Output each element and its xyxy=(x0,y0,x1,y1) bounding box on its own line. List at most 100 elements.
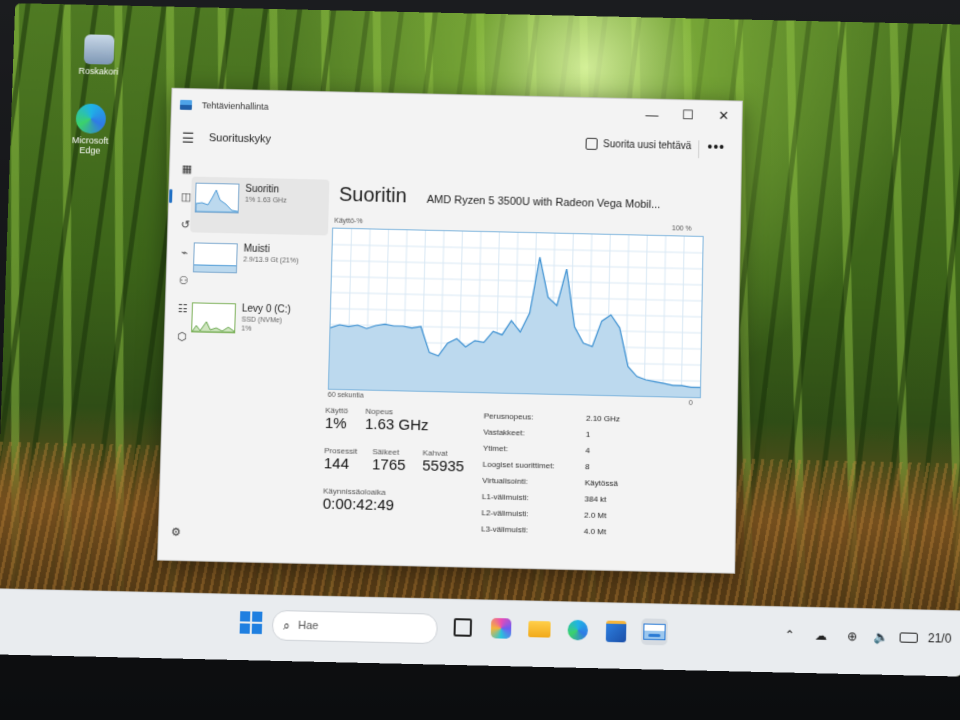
desktop-icon-recycle-bin[interactable]: Roskakori xyxy=(68,34,129,77)
network-icon[interactable]: ⊕ xyxy=(847,629,857,643)
stat-speed-value: 1.63 GHz xyxy=(365,416,429,435)
cpu-title: Suoritin xyxy=(339,184,407,208)
page-title: Suorituskyky xyxy=(209,132,271,145)
desktop-screen: Roskakori Microsoft Edge Tehtävienhallin… xyxy=(0,3,960,676)
cpu-thumbnail xyxy=(195,183,240,214)
spec-value: 2.10 GHz xyxy=(586,414,620,424)
stat-threads: Säikeet 1765 xyxy=(372,447,406,474)
recycle-bin-icon xyxy=(84,34,115,64)
file-explorer-icon xyxy=(528,621,551,638)
more-options-button[interactable]: ••• xyxy=(707,139,725,155)
stat-processes-value: 144 xyxy=(324,455,358,473)
cpu-usage-graph xyxy=(328,228,704,399)
resource-list: Suoritin 1% 1.63 GHz Muisti 2.9/13.9 Gt … xyxy=(186,177,329,360)
menu-icon[interactable]: ☰ xyxy=(171,129,205,147)
task-view-button[interactable] xyxy=(449,614,476,641)
graph-label-timespan: 60 sekuntia xyxy=(328,392,364,400)
desktop-icon-label: Roskakori xyxy=(68,66,128,77)
spec-key: L1-välimuisti: xyxy=(482,492,529,502)
task-manager-icon xyxy=(180,100,192,110)
desktop-icon-label: Microsoft Edge xyxy=(60,135,120,156)
edge-button[interactable] xyxy=(564,617,591,644)
spec-key: L3-välimuisti: xyxy=(481,524,528,534)
stat-handles: Kahvat 55935 xyxy=(422,448,465,475)
spec-value: 4 xyxy=(585,446,590,455)
settings-icon[interactable]: ⚙ xyxy=(159,517,194,546)
stat-usage-label: Käyttö xyxy=(325,406,348,416)
minimize-button[interactable]: — xyxy=(634,99,670,130)
spec-value: 4.0 Mt xyxy=(584,527,607,537)
spec-value: 1 xyxy=(586,430,591,439)
task-manager-button[interactable] xyxy=(641,618,668,645)
search-icon: ⌕ xyxy=(283,618,290,633)
chevron-up-icon[interactable]: ⌃ xyxy=(784,628,794,642)
stat-usage-value: 1% xyxy=(325,415,348,433)
resource-sub: 2.9/13.9 Gt (21%) xyxy=(243,257,298,265)
microsoft-store-button[interactable] xyxy=(603,617,630,644)
start-button[interactable] xyxy=(238,609,265,636)
task-manager-window: Tehtävienhallinta — ☐ ✕ ☰ Suorituskyky S… xyxy=(157,88,743,574)
stat-uptime: Käynnissäoloaika 0:00:42:49 xyxy=(323,486,395,514)
disk-thumbnail xyxy=(191,302,236,333)
graph-label-min: 0 xyxy=(689,400,693,407)
run-new-task-button[interactable]: Suorita uusi tehtävä xyxy=(585,138,691,152)
cloud-icon[interactable]: ☁ xyxy=(815,628,827,643)
window-title: Tehtävienhallinta xyxy=(202,100,269,111)
spec-key: Vastakkeet: xyxy=(483,427,525,437)
memory-thumbnail-fill xyxy=(194,264,236,272)
graph-label-usage: Käyttö-% xyxy=(334,218,363,226)
spec-value: 8 xyxy=(585,462,590,471)
spec-key: L2-välimuisti: xyxy=(481,508,528,518)
resource-item-disk[interactable]: Levy 0 (C:) SSD (NVMe) 1% xyxy=(187,296,327,355)
resource-sub: 1% 1.63 GHz xyxy=(245,197,287,205)
spec-value: Käytössä xyxy=(585,478,618,488)
desktop-icon-edge[interactable]: Microsoft Edge xyxy=(60,103,121,156)
memory-thumbnail xyxy=(193,242,238,273)
spec-key: Loogiset suorittimet: xyxy=(483,460,555,471)
stat-handles-value: 55935 xyxy=(422,457,464,475)
search-placeholder: Hae xyxy=(298,620,319,633)
task-manager-icon xyxy=(643,623,665,640)
stat-threads-value: 1765 xyxy=(372,456,406,474)
cpu-model: AMD Ryzen 5 3500U with Radeon Vega Mobil… xyxy=(427,194,661,211)
cpu-stats: Käyttö 1% Nopeus 1.63 GHz Prosessit 144 … xyxy=(319,402,724,563)
active-indicator xyxy=(648,634,660,637)
battery-icon[interactable] xyxy=(900,630,918,643)
spec-key: Ytimet: xyxy=(483,444,508,454)
stat-processes: Prosessit 144 xyxy=(324,446,358,473)
resource-name: Levy 0 (C:) xyxy=(242,303,291,315)
graph-label-max: 100 % xyxy=(672,225,692,232)
spec-value: 2.0 Mt xyxy=(584,511,607,521)
spec-value: 384 kt xyxy=(584,494,606,504)
file-explorer-button[interactable] xyxy=(526,616,553,643)
stat-speed: Nopeus 1.63 GHz xyxy=(365,407,429,435)
stat-uptime-value: 0:00:42:49 xyxy=(323,495,395,514)
resource-item-memory[interactable]: Muisti 2.9/13.9 Gt (21%) xyxy=(188,236,328,295)
spec-key: Virtualisointi: xyxy=(482,476,528,486)
start-icon xyxy=(240,611,263,634)
microsoft-store-icon xyxy=(606,620,627,642)
run-new-task-label: Suorita uusi tehtävä xyxy=(603,139,691,152)
clock[interactable]: 21/0 xyxy=(928,631,952,646)
cpu-thumbnail-graph xyxy=(196,184,239,213)
resource-name: Suoritin xyxy=(245,184,287,196)
run-task-icon xyxy=(585,138,597,150)
spec-key: Perusnopeus: xyxy=(484,411,534,421)
edge-icon xyxy=(567,620,588,641)
header-divider xyxy=(698,140,699,158)
copilot-icon xyxy=(491,618,512,639)
edge-icon xyxy=(75,103,106,133)
taskbar-search[interactable]: ⌕ Hae xyxy=(272,610,438,644)
task-view-icon xyxy=(454,618,473,637)
resource-sub: SSD (NVMe) xyxy=(241,316,290,324)
cpu-usage-svg xyxy=(329,229,703,398)
resource-item-cpu[interactable]: Suoritin 1% 1.63 GHz xyxy=(190,177,329,236)
window-controls: — ☐ ✕ xyxy=(634,99,742,131)
stat-usage: Käyttö 1% xyxy=(325,406,348,433)
maximize-button[interactable]: ☐ xyxy=(670,100,706,131)
resource-sub-usage: 1% xyxy=(241,326,290,334)
volume-icon[interactable]: 🔈 xyxy=(873,630,888,645)
close-button[interactable]: ✕ xyxy=(706,101,742,132)
disk-thumbnail-graph xyxy=(192,303,235,332)
copilot-button[interactable] xyxy=(488,615,515,642)
